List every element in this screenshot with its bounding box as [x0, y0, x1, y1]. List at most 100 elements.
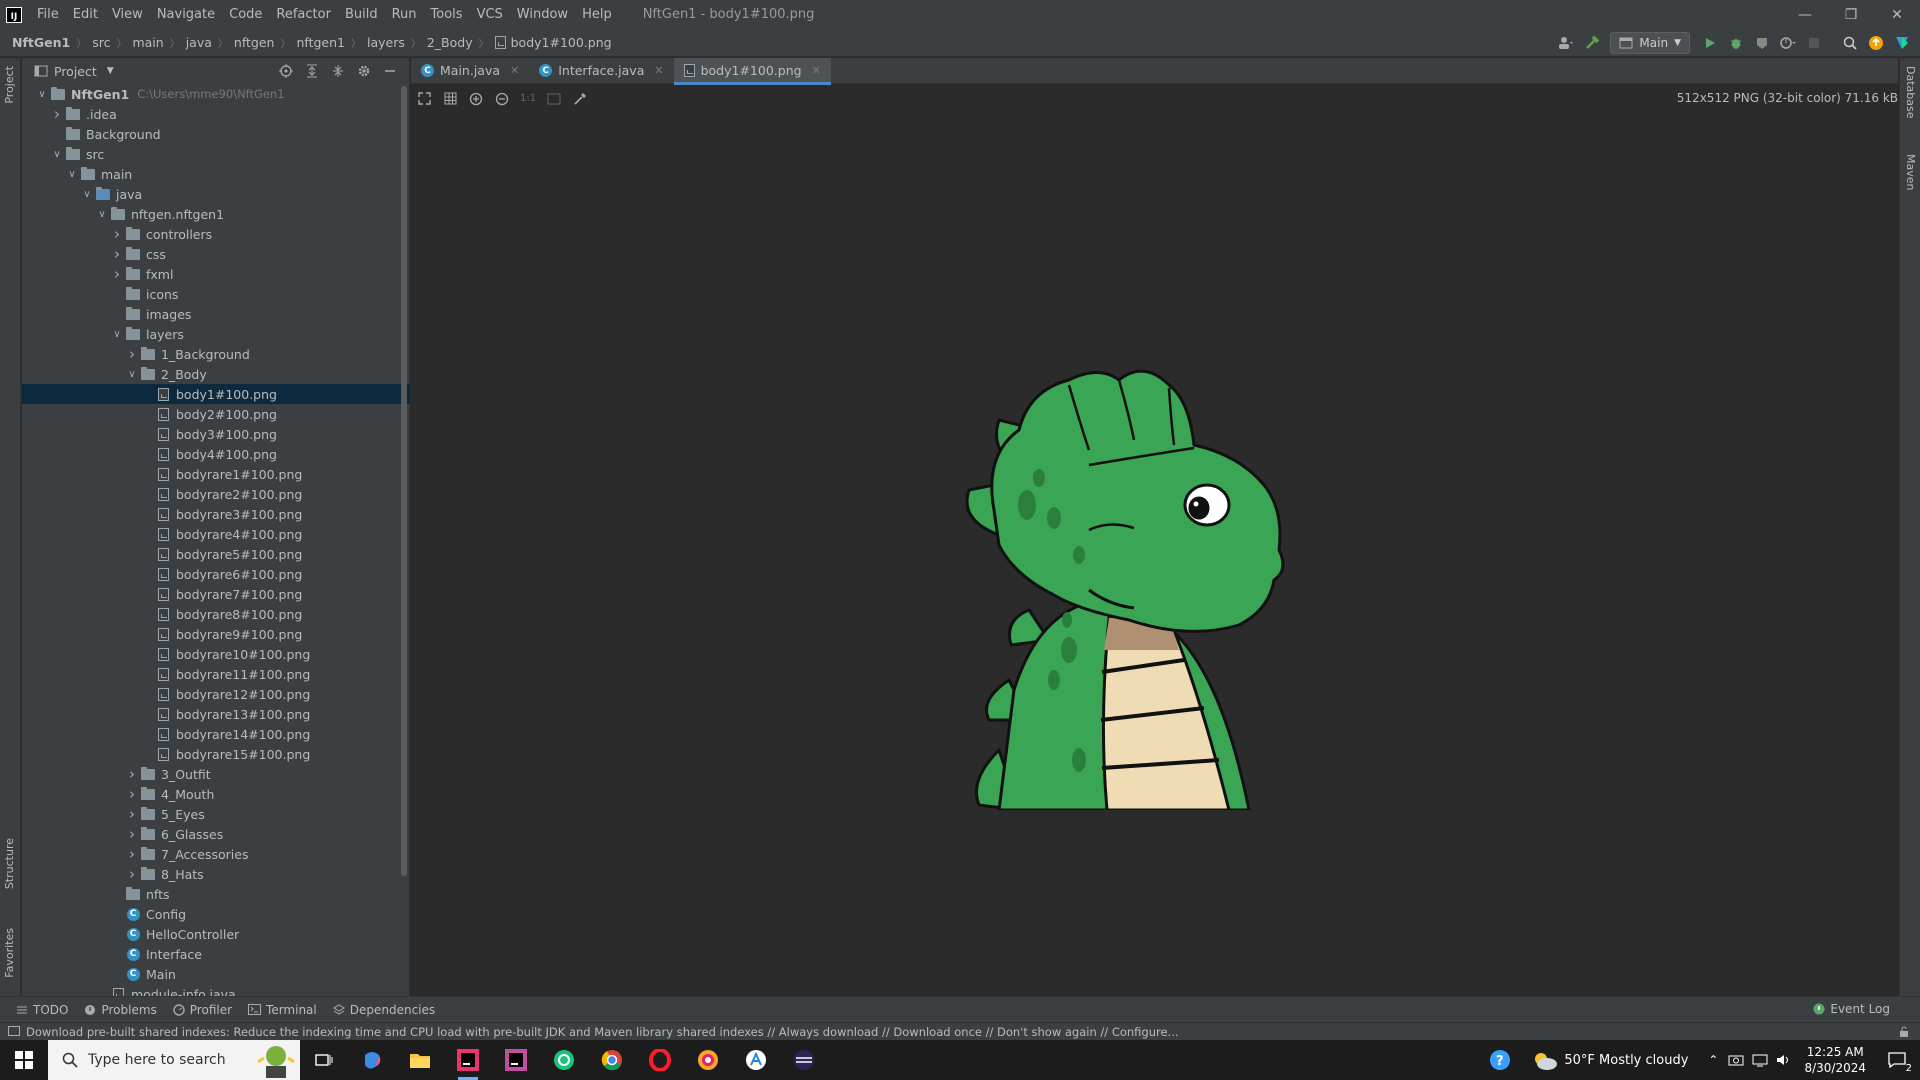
help-icon[interactable]: ?: [1476, 1040, 1524, 1080]
chevron-right-icon[interactable]: ›: [49, 105, 65, 123]
tray-overflow-icon[interactable]: ⌃: [1708, 1053, 1718, 1067]
windows-start-button[interactable]: [0, 1040, 48, 1080]
tree-item[interactable]: ∨ layers: [22, 324, 410, 344]
debug-icon[interactable]: [1724, 32, 1748, 54]
tree-item[interactable]: bodyrare3#100.png: [22, 504, 410, 524]
restore-button[interactable]: ❐: [1828, 7, 1874, 23]
chevron-right-icon[interactable]: ›: [109, 245, 125, 263]
tree-item[interactable]: ∨ nftgen.nftgen1: [22, 204, 410, 224]
tree-item[interactable]: ∨ src: [22, 144, 410, 164]
chevron-down-icon[interactable]: ∨: [34, 89, 50, 100]
menu-file[interactable]: File: [30, 7, 66, 22]
fit-window-icon[interactable]: [541, 86, 567, 112]
breadcrumb-item[interactable]: layers: [367, 35, 405, 50]
tree-item[interactable]: › 7_Accessories: [22, 844, 410, 864]
tree-item[interactable]: C Interface: [22, 944, 410, 964]
task-view-icon[interactable]: [300, 1040, 348, 1080]
copilot-icon[interactable]: [348, 1040, 396, 1080]
file-explorer-icon[interactable]: [396, 1040, 444, 1080]
tree-item[interactable]: ∨ java: [22, 184, 410, 204]
tree-scrollbar[interactable]: [401, 86, 407, 876]
chevron-down-icon[interactable]: ∨: [94, 209, 110, 220]
breadcrumb-item[interactable]: java: [186, 35, 212, 50]
tree-item[interactable]: bodyrare8#100.png: [22, 604, 410, 624]
breadcrumb-item[interactable]: 2_Body: [427, 35, 473, 50]
chevron-right-icon[interactable]: ›: [124, 865, 140, 883]
chevron-right-icon[interactable]: ›: [124, 845, 140, 863]
photos-icon[interactable]: [684, 1040, 732, 1080]
tree-item[interactable]: › 8_Hats: [22, 864, 410, 884]
chevron-down-icon[interactable]: ∨: [49, 149, 65, 160]
tree-item[interactable]: › controllers: [22, 224, 410, 244]
tree-item[interactable]: ∨ NftGen1 C:\Users\mme90\NftGen1: [22, 84, 410, 104]
maven-tool-tab[interactable]: Maven: [1904, 154, 1917, 190]
color-picker-icon[interactable]: [567, 86, 593, 112]
weather-text[interactable]: 50°F Mostly cloudy: [1564, 1053, 1688, 1068]
breadcrumb-item[interactable]: body1#100.png: [511, 35, 612, 50]
structure-tool-tab[interactable]: Structure: [3, 838, 16, 889]
tree-item[interactable]: bodyrare2#100.png: [22, 484, 410, 504]
intellij-idea-taskbar-icon[interactable]: [444, 1040, 492, 1080]
camera-icon[interactable]: [1728, 1053, 1744, 1067]
app-store-icon[interactable]: [732, 1040, 780, 1080]
tree-item[interactable]: › 1_Background: [22, 344, 410, 364]
tree-item[interactable]: bodyrare11#100.png: [22, 664, 410, 684]
menu-code[interactable]: Code: [222, 7, 269, 22]
collapse-all-icon[interactable]: [325, 60, 351, 82]
chevron-down-icon[interactable]: ∨: [79, 189, 95, 200]
tree-item[interactable]: Background: [22, 124, 410, 144]
favorites-tool-tab[interactable]: Favorites: [3, 928, 16, 978]
chatgpt-icon[interactable]: [540, 1040, 588, 1080]
tree-item[interactable]: ∨ 2_Body: [22, 364, 410, 384]
tree-item[interactable]: C HelloController: [22, 924, 410, 944]
problems-tool-button[interactable]: Problems: [84, 1003, 157, 1017]
tree-item[interactable]: body3#100.png: [22, 424, 410, 444]
tree-item[interactable]: C Main: [22, 964, 410, 984]
network-icon[interactable]: [1752, 1053, 1768, 1067]
expand-all-icon[interactable]: [299, 60, 325, 82]
database-tool-tab[interactable]: Database: [1904, 66, 1917, 119]
vcs-user-icon[interactable]: [1554, 32, 1578, 54]
gear-icon[interactable]: [351, 60, 377, 82]
volume-icon[interactable]: [1776, 1053, 1792, 1067]
menu-vcs[interactable]: VCS: [470, 7, 510, 22]
tree-item[interactable]: › fxml: [22, 264, 410, 284]
menu-navigate[interactable]: Navigate: [150, 7, 222, 22]
tree-item[interactable]: C Config: [22, 904, 410, 924]
tree-item[interactable]: bodyrare15#100.png: [22, 744, 410, 764]
tree-item[interactable]: ∨ main: [22, 164, 410, 184]
chevron-down-icon[interactable]: ∨: [64, 169, 80, 180]
terminal-tool-button[interactable]: Terminal: [248, 1003, 317, 1017]
menu-window[interactable]: Window: [510, 7, 575, 22]
clock[interactable]: 12:25 AM 8/30/2024: [1804, 1044, 1866, 1076]
tree-item[interactable]: module-info.java: [22, 984, 410, 996]
opera-icon[interactable]: [636, 1040, 684, 1080]
run-icon[interactable]: [1698, 32, 1722, 54]
breadcrumb-item[interactable]: nftgen1: [296, 35, 345, 50]
event-log-button[interactable]: Event Log: [1813, 1002, 1890, 1016]
menu-build[interactable]: Build: [338, 7, 385, 22]
jetbrains-toolbox-icon[interactable]: [1890, 32, 1914, 54]
chevron-right-icon[interactable]: ›: [109, 225, 125, 243]
chevron-right-icon[interactable]: ›: [124, 345, 140, 363]
tree-item[interactable]: bodyrare7#100.png: [22, 584, 410, 604]
editor-tab[interactable]: C Interface.java ✕: [529, 58, 673, 84]
breadcrumb-item[interactable]: src: [92, 35, 110, 50]
profile-icon[interactable]: [1776, 32, 1800, 54]
menu-tools[interactable]: Tools: [424, 7, 470, 22]
chevron-down-icon[interactable]: ∨: [124, 369, 140, 380]
status-toggle-icon[interactable]: [8, 1026, 20, 1036]
run-configuration-select[interactable]: Main ▼: [1610, 32, 1690, 54]
todo-tool-button[interactable]: TODO: [16, 1003, 68, 1017]
tree-item[interactable]: › 3_Outfit: [22, 764, 410, 784]
status-message[interactable]: Download pre-built shared indexes: Reduc…: [26, 1025, 1179, 1039]
coverage-icon[interactable]: [1750, 32, 1774, 54]
tree-item[interactable]: › 5_Eyes: [22, 804, 410, 824]
fit-zoom-icon[interactable]: [411, 86, 437, 112]
eclipse-icon[interactable]: [780, 1040, 828, 1080]
menu-run[interactable]: Run: [385, 7, 424, 22]
editor-tab[interactable]: body1#100.png ✕: [673, 57, 831, 85]
chevron-right-icon[interactable]: ›: [124, 805, 140, 823]
close-tab-icon[interactable]: ✕: [812, 64, 821, 77]
tree-item[interactable]: bodyrare9#100.png: [22, 624, 410, 644]
